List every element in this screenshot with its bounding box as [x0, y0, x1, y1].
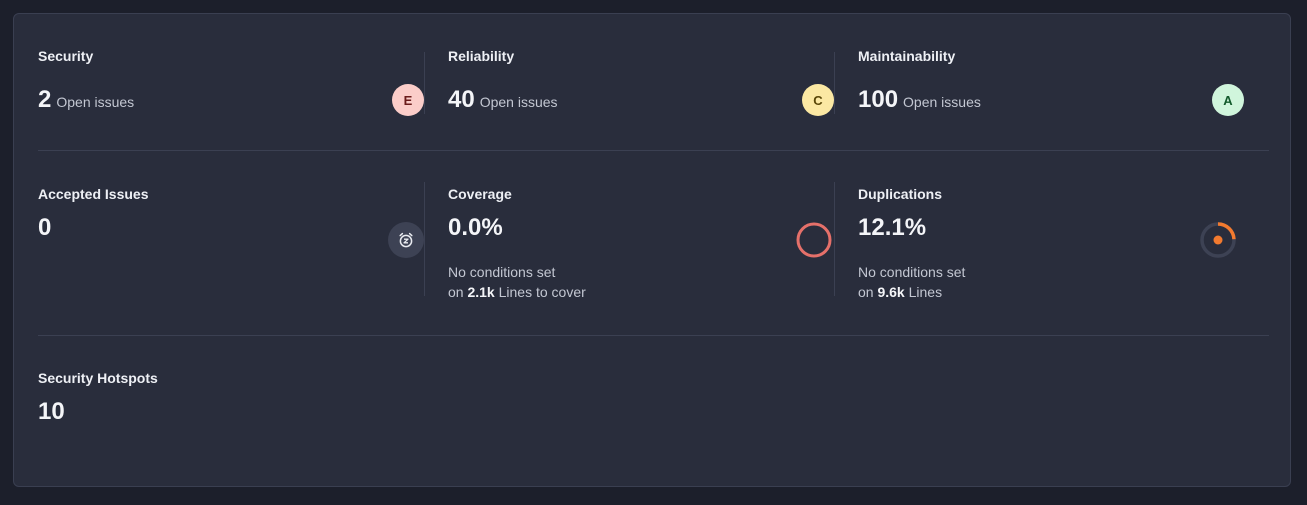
- coverage-lines: on 2.1k Lines to cover: [448, 284, 586, 300]
- duplications-lines-count[interactable]: 9.6k: [877, 284, 904, 300]
- security-hotspots-value[interactable]: 10: [38, 398, 65, 426]
- security-hotspots-card[interactable]: Security Hotspots 10: [38, 366, 424, 456]
- hotspots-row: Security Hotspots 10: [38, 366, 1269, 456]
- duplications-lines-prefix: on: [858, 284, 874, 300]
- reliability-card[interactable]: Reliability 40 Open issues C: [448, 44, 834, 120]
- duplications-value[interactable]: 12.1%: [858, 214, 926, 242]
- row-divider: [38, 335, 1269, 336]
- coverage-lines-count[interactable]: 2.1k: [467, 284, 494, 300]
- reliability-title: Reliability: [448, 48, 515, 64]
- divider: [424, 182, 425, 296]
- reliability-count[interactable]: 40: [448, 86, 475, 113]
- reliability-value[interactable]: 40 Open issues: [448, 86, 558, 114]
- accepted-issues-title: Accepted Issues: [38, 186, 149, 202]
- coverage-card[interactable]: Coverage 0.0% No conditions set on 2.1k …: [448, 182, 834, 304]
- maintainability-rating-badge[interactable]: A: [1212, 84, 1244, 116]
- reliability-rating-badge[interactable]: C: [802, 84, 834, 116]
- row-divider: [38, 150, 1269, 151]
- security-card[interactable]: Security 2 Open issues E: [38, 44, 424, 120]
- coverage-conditions: No conditions set: [448, 264, 556, 280]
- coverage-lines-prefix: on: [448, 284, 464, 300]
- accepted-issues-card[interactable]: Accepted Issues 0: [38, 182, 424, 304]
- coverage-row: Accepted Issues 0 Coverage 0.0% No condi…: [38, 182, 1269, 304]
- security-count[interactable]: 2: [38, 86, 51, 113]
- security-hotspots-title: Security Hotspots: [38, 370, 158, 386]
- issues-row: Security 2 Open issues E Reliability 40 Op…: [38, 44, 1269, 120]
- security-value[interactable]: 2 Open issues: [38, 86, 134, 114]
- divider: [424, 52, 425, 114]
- accepted-issues-value[interactable]: 0: [38, 214, 51, 242]
- coverage-value[interactable]: 0.0%: [448, 214, 503, 242]
- coverage-lines-suffix: Lines to cover: [498, 284, 586, 300]
- reliability-unit: Open issues: [479, 94, 558, 110]
- divider: [834, 182, 835, 296]
- duplications-ring-icon: [1200, 222, 1236, 258]
- divider: [834, 52, 835, 114]
- alarm-clock-icon: [388, 222, 424, 258]
- coverage-title: Coverage: [448, 186, 512, 202]
- security-rating-badge[interactable]: E: [392, 84, 424, 116]
- duplications-title: Duplications: [858, 186, 943, 202]
- maintainability-value[interactable]: 100 Open issues: [858, 86, 981, 114]
- duplications-conditions: No conditions set: [858, 264, 966, 280]
- maintainability-title: Maintainability: [858, 48, 956, 64]
- security-unit: Open issues: [56, 94, 135, 110]
- maintainability-unit: Open issues: [903, 94, 981, 110]
- maintainability-card[interactable]: Maintainability 100 Open issues A: [858, 44, 1244, 120]
- measures-panel: Security 2 Open issues E Reliability 40 Op…: [13, 13, 1291, 487]
- duplications-lines: on 9.6k Lines: [858, 284, 942, 300]
- duplications-lines-suffix: Lines: [908, 284, 943, 300]
- duplications-card[interactable]: Duplications 12.1% No conditions set on …: [858, 182, 1244, 304]
- coverage-ring-icon: [796, 222, 832, 258]
- maintainability-count[interactable]: 100: [858, 86, 898, 113]
- security-title: Security: [38, 48, 94, 64]
